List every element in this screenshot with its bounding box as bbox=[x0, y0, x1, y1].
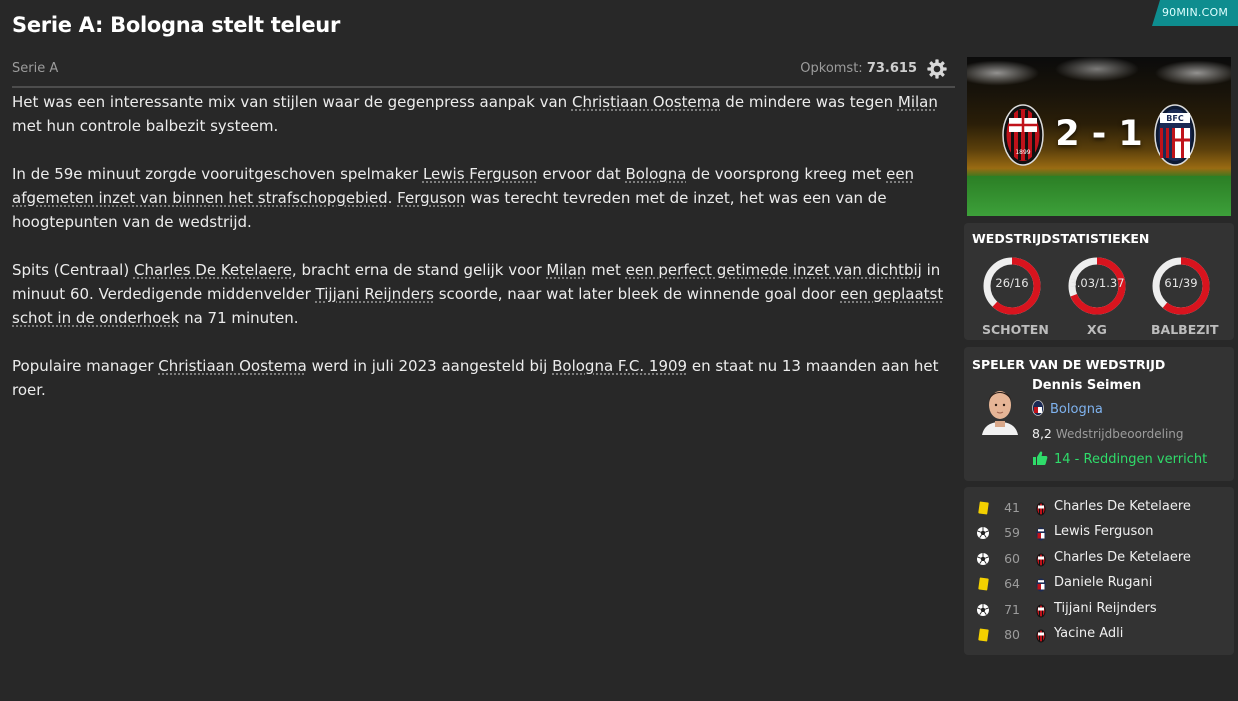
player-link[interactable]: Charles De Ketelaere bbox=[134, 261, 292, 279]
event-row[interactable]: 71 Tijjani Reijnders bbox=[964, 597, 1234, 622]
event-row[interactable]: 80 Yacine Adli bbox=[964, 622, 1234, 647]
event-player: Lewis Ferguson bbox=[1054, 524, 1154, 539]
team-link[interactable]: Bologna bbox=[625, 165, 686, 183]
bologna-crest-icon[interactable]: BFC bbox=[1154, 104, 1196, 166]
event-minute: 64 bbox=[1004, 576, 1020, 591]
player-club[interactable]: Bologna bbox=[1032, 400, 1103, 417]
stat-possession: 61/39 BALBEZIT bbox=[1151, 256, 1219, 337]
stat-label: XG bbox=[1087, 322, 1107, 337]
event-row[interactable]: 59 Lewis Ferguson bbox=[964, 520, 1234, 545]
article-paragraph: Spits (Centraal) Charles De Ketelaere, b… bbox=[12, 261, 944, 327]
player-link[interactable]: Lewis Ferguson bbox=[423, 165, 538, 183]
stat-shots: 26/16 SCHOTEN bbox=[982, 256, 1049, 337]
bologna-crest-icon bbox=[1032, 400, 1044, 416]
attendance-value: 73.615 bbox=[866, 61, 917, 76]
manager-link[interactable]: Christiaan Oostema bbox=[572, 93, 721, 111]
brand-badge[interactable]: 90MIN.COM bbox=[1152, 0, 1238, 26]
svg-text:BFC: BFC bbox=[1166, 114, 1184, 123]
event-minute: 80 bbox=[1004, 627, 1020, 642]
stat-value: 26/16 bbox=[995, 276, 1029, 290]
ac-milan-crest-icon bbox=[1036, 629, 1046, 643]
attendance: Opkomst: 73.615 bbox=[800, 61, 917, 76]
stat-xg: 3.03/1.37 XG bbox=[1067, 256, 1127, 337]
event-player: Charles De Ketelaere bbox=[1054, 550, 1191, 565]
event-minute: 60 bbox=[1004, 551, 1020, 566]
article-paragraph: Het was een interessante mix van stijlen… bbox=[12, 93, 938, 135]
club-name: Bologna bbox=[1050, 402, 1103, 417]
event-player: Daniele Rugani bbox=[1054, 575, 1153, 590]
yellow-card-icon bbox=[976, 501, 990, 515]
thumbs-up-icon bbox=[1033, 451, 1048, 465]
match-events-panel: 41 Charles De Ketelaere 59 Lewis Ferguso… bbox=[964, 487, 1234, 655]
article-paragraph: In de 59e minuut zorgde vooruitgeschoven… bbox=[12, 165, 915, 231]
player-link[interactable]: Tijjani Reijnders bbox=[316, 285, 434, 303]
match-stats-panel: WEDSTRIJDSTATISTIEKEN 26/16 SCHOTEN 3.03… bbox=[964, 223, 1234, 340]
motm-title: SPELER VAN DE WEDSTRIJD bbox=[972, 357, 1166, 372]
bologna-crest-icon bbox=[1036, 578, 1046, 592]
event-minute: 41 bbox=[1004, 500, 1020, 515]
event-player: Tijjani Reijnders bbox=[1054, 601, 1157, 616]
ac-milan-crest-icon bbox=[1036, 502, 1046, 516]
article-meta-bar: Serie A Opkomst: 73.615 bbox=[12, 58, 955, 88]
goal-ball-icon bbox=[977, 604, 989, 616]
goal-ball-icon bbox=[977, 527, 989, 539]
player-name[interactable]: Dennis Seimen bbox=[1032, 378, 1141, 393]
score-card: 1899 2 - 1 BFC bbox=[967, 57, 1231, 216]
rating-value: 8,2 bbox=[1032, 426, 1052, 441]
event-player: Charles De Ketelaere bbox=[1054, 499, 1191, 514]
gear-icon[interactable] bbox=[926, 58, 948, 80]
bologna-crest-icon bbox=[1036, 527, 1046, 541]
player-rating: 8,2 Wedstrijdbeoordeling bbox=[1032, 426, 1184, 441]
ac-milan-crest-icon bbox=[1036, 553, 1046, 567]
event-row[interactable]: 41 Charles De Ketelaere bbox=[964, 495, 1234, 520]
event-minute: 71 bbox=[1004, 602, 1020, 617]
event-minute: 59 bbox=[1004, 525, 1020, 540]
ac-milan-crest-icon bbox=[1036, 604, 1046, 618]
article-paragraph: Populaire manager Christiaan Oostema wer… bbox=[12, 357, 939, 399]
stat-label: SCHOTEN bbox=[982, 322, 1049, 337]
attendance-label: Opkomst: bbox=[800, 61, 863, 76]
yellow-card-icon bbox=[976, 628, 990, 642]
player-highlight: 14 - Reddingen verricht bbox=[1032, 451, 1207, 467]
article-body: Het was een interessante mix van stijlen… bbox=[12, 90, 955, 426]
goal-ball-icon bbox=[977, 553, 989, 565]
yellow-card-icon bbox=[976, 577, 990, 591]
event-player: Yacine Adli bbox=[1054, 626, 1124, 641]
player-face-icon[interactable] bbox=[978, 381, 1022, 435]
team-link[interactable]: Milan bbox=[546, 261, 586, 279]
stat-value: 61/39 bbox=[1164, 276, 1198, 290]
club-link[interactable]: Bologna F.C. 1909 bbox=[552, 357, 687, 375]
article-title: Serie A: Bologna stelt teleur bbox=[12, 13, 341, 37]
manager-link[interactable]: Christiaan Oostema bbox=[158, 357, 307, 375]
rating-label: Wedstrijdbeoordeling bbox=[1055, 427, 1184, 441]
stats-title: WEDSTRIJDSTATISTIEKEN bbox=[972, 231, 1150, 246]
highlight-link[interactable]: een perfect getimede inzet van dichtbij bbox=[626, 261, 922, 279]
team-link[interactable]: Milan bbox=[898, 93, 938, 111]
man-of-the-match-panel: SPELER VAN DE WEDSTRIJD Dennis Seimen Bo… bbox=[964, 347, 1234, 481]
stat-label: BALBEZIT bbox=[1151, 322, 1219, 337]
league-label[interactable]: Serie A bbox=[12, 61, 58, 76]
highlight-text: 14 - Reddingen verricht bbox=[1054, 452, 1208, 467]
event-row[interactable]: 64 Daniele Rugani bbox=[964, 571, 1234, 596]
stat-value: 3.03/1.37 bbox=[1069, 276, 1125, 290]
event-row[interactable]: 60 Charles De Ketelaere bbox=[964, 546, 1234, 571]
pitch-grass bbox=[967, 176, 1231, 216]
player-link[interactable]: Ferguson bbox=[397, 189, 465, 207]
